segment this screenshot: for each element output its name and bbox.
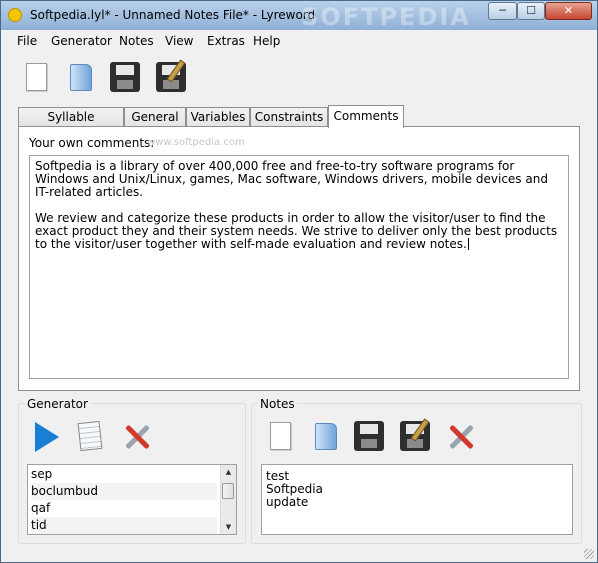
panel-watermark: www.softpedia.com — [147, 137, 245, 148]
new-document-icon — [270, 422, 291, 450]
notes-group: Notes test Softpedia update — [251, 397, 582, 544]
main-window: Softpedia.lyl* - Unnamed Notes File* - L… — [0, 0, 598, 563]
scroll-up-icon[interactable]: ▲ — [221, 465, 236, 479]
comments-paragraph-1: Softpedia is a library of over 400,000 f… — [35, 159, 548, 199]
new-document-icon — [26, 63, 47, 91]
tab-general[interactable]: General — [124, 107, 186, 127]
open-button[interactable] — [64, 61, 98, 95]
list-item[interactable]: sep — [31, 466, 217, 483]
save-as-button[interactable] — [155, 59, 189, 95]
menu-extras[interactable]: Extras — [207, 34, 245, 48]
menu-generator[interactable]: Generator — [51, 34, 112, 48]
maximize-button[interactable]: ☐ — [517, 2, 545, 20]
close-button[interactable]: ✕ — [545, 2, 592, 20]
window-title: Softpedia.lyl* - Unnamed Notes File* - L… — [30, 8, 316, 22]
save-button[interactable] — [109, 61, 143, 95]
generator-scrollbar[interactable]: ▲ ▼ — [220, 465, 236, 534]
menu-view[interactable]: View — [165, 34, 193, 48]
text-caret — [467, 238, 469, 250]
comments-textarea[interactable]: Softpedia is a library of over 400,000 f… — [29, 155, 569, 379]
tab-comments[interactable]: Comments — [328, 105, 404, 128]
notes-settings-button[interactable] — [443, 420, 477, 454]
notes-list[interactable]: test Softpedia update — [261, 464, 573, 535]
app-icon[interactable] — [8, 8, 22, 22]
generator-group: Generator sep boclumbud qaf tid ▲ ▼ — [18, 397, 246, 544]
generate-button[interactable] — [28, 420, 62, 454]
generator-title: Generator — [25, 397, 90, 411]
tools-icon — [122, 422, 152, 452]
tab-syllable-template[interactable]: Syllable Template — [18, 107, 124, 142]
minimize-button[interactable]: ─ — [488, 2, 517, 20]
tab-constraints[interactable]: Constraints — [250, 107, 328, 127]
menu-notes[interactable]: Notes — [119, 34, 154, 48]
comments-paragraph-2: We review and categorize these products … — [35, 211, 558, 251]
notes-save-as-button[interactable] — [399, 418, 433, 454]
menu-bar: File Generator Notes View Extras Help — [1, 30, 597, 52]
menu-help[interactable]: Help — [253, 34, 280, 48]
resize-grip[interactable] — [584, 549, 594, 559]
open-folder-icon — [70, 64, 92, 91]
generator-notes-button[interactable] — [74, 420, 108, 454]
scroll-down-icon[interactable]: ▼ — [221, 520, 236, 534]
watermark: SOFTPEDIA — [301, 3, 471, 31]
comments-panel: Your own comments: www.softpedia.com Sof… — [18, 126, 580, 391]
list-item[interactable]: boclumbud — [31, 483, 217, 500]
notes-save-button[interactable] — [353, 420, 387, 454]
menu-file[interactable]: File — [17, 34, 37, 48]
notepad-icon — [77, 420, 103, 452]
tools-icon — [446, 422, 476, 452]
notes-title: Notes — [258, 397, 297, 411]
notes-open-button[interactable] — [309, 420, 343, 454]
list-item[interactable]: qaf — [31, 500, 217, 517]
generator-list[interactable]: sep boclumbud qaf tid ▲ ▼ — [27, 464, 237, 535]
comments-label: Your own comments: — [29, 136, 155, 150]
play-icon — [35, 422, 59, 452]
save-icon — [110, 62, 140, 92]
tab-variables[interactable]: Variables — [186, 107, 250, 127]
generator-settings-button[interactable] — [119, 420, 153, 454]
title-bar[interactable]: Softpedia.lyl* - Unnamed Notes File* - L… — [1, 1, 597, 31]
new-button[interactable] — [20, 61, 54, 95]
list-item[interactable]: tid — [31, 517, 217, 534]
notes-new-button[interactable] — [264, 420, 298, 454]
main-toolbar — [1, 53, 597, 103]
open-folder-icon — [315, 423, 337, 450]
scroll-thumb[interactable] — [222, 483, 234, 499]
tab-strip: Syllable Template General Variables Cons… — [18, 105, 580, 142]
save-icon — [354, 421, 384, 451]
list-item[interactable]: update — [266, 496, 308, 509]
